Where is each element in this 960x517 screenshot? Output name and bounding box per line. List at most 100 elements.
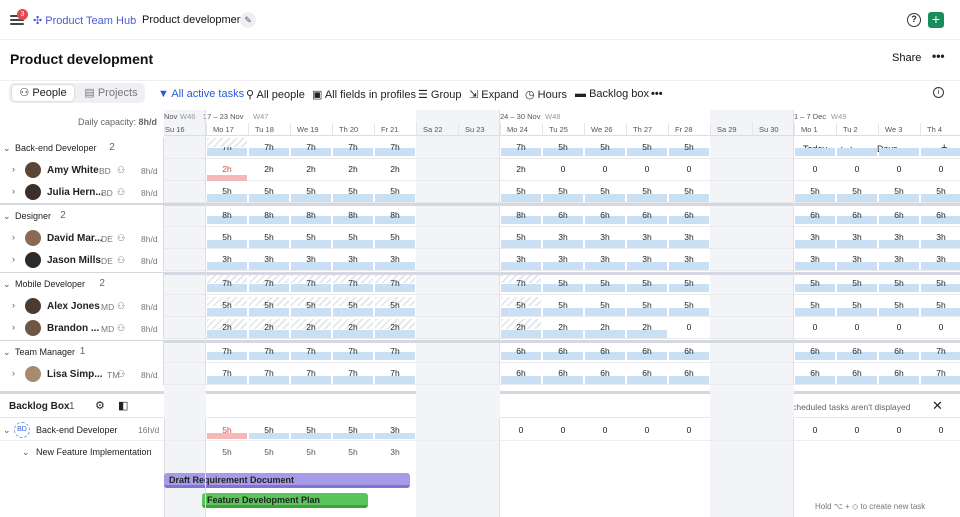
profile-icon[interactable]: ⚇ bbox=[117, 255, 125, 266]
chevron-down-icon[interactable]: ⌄ bbox=[3, 425, 11, 436]
help-icon[interactable]: ? bbox=[907, 13, 921, 27]
filter-button[interactable]: ▼ All active tasks bbox=[158, 88, 244, 100]
group-name: Team Manager bbox=[15, 347, 76, 357]
person-hours: 0 bbox=[812, 164, 818, 174]
day-header: Tu 25 bbox=[542, 123, 584, 136]
chevron-down-icon[interactable]: ⌄ bbox=[3, 279, 11, 290]
chevron-right-icon[interactable]: › bbox=[12, 254, 15, 264]
backlog-hours: 5h bbox=[264, 425, 274, 435]
profile-icon[interactable]: ⚇ bbox=[117, 187, 125, 198]
profile-icon[interactable]: ⚇ bbox=[117, 369, 125, 380]
project-hours: 3h bbox=[390, 447, 400, 457]
week-number: W48 bbox=[545, 112, 561, 121]
person-name[interactable]: Brandon ... bbox=[47, 323, 99, 334]
person-name[interactable]: Alex Jones bbox=[47, 301, 100, 312]
person-capacity: 8h/d bbox=[141, 166, 158, 176]
group-hours: 6h bbox=[810, 210, 820, 220]
person-hours: 7h bbox=[936, 368, 946, 378]
person-hours: 3h bbox=[684, 232, 694, 242]
week-divider bbox=[205, 419, 206, 517]
person-hours: 2h bbox=[390, 164, 400, 174]
group-hours: 7h bbox=[306, 278, 316, 288]
chevron-right-icon[interactable]: › bbox=[12, 186, 15, 196]
person-name[interactable]: Amy White bbox=[47, 165, 99, 176]
people-tab[interactable]: ⚇ People bbox=[12, 85, 74, 101]
add-button[interactable]: + bbox=[928, 12, 944, 28]
person-hours: 5h bbox=[600, 186, 610, 196]
person-tag: DE bbox=[101, 256, 113, 266]
more-menu-button[interactable]: ••• bbox=[932, 49, 945, 63]
projects-tab[interactable]: ▤ Projects bbox=[80, 85, 142, 101]
chevron-down-icon[interactable]: ⌄ bbox=[3, 143, 11, 154]
group-hours: 6h bbox=[852, 346, 862, 356]
person-name[interactable]: Julia Hern... bbox=[47, 187, 104, 198]
people-filter-button[interactable]: ⚲ All people bbox=[246, 88, 305, 101]
person-hours: 3h bbox=[516, 254, 526, 264]
gear-icon[interactable]: ⚙ bbox=[95, 399, 105, 412]
chevron-right-icon[interactable]: › bbox=[12, 322, 15, 332]
hours-button[interactable]: ◷ Hours bbox=[525, 88, 567, 101]
group-hours: 6h bbox=[558, 210, 568, 220]
backlog-box-button[interactable]: ▬ Backlog box bbox=[575, 88, 649, 100]
group-hours: 5h bbox=[894, 278, 904, 288]
backlog-hours: 0 bbox=[812, 425, 818, 435]
task-bar-draft-requirement[interactable]: Draft Requirement Document bbox=[164, 473, 410, 488]
breadcrumb-hub[interactable]: ✣ Product Team Hub bbox=[33, 14, 136, 27]
profile-icon[interactable]: ⚇ bbox=[117, 165, 125, 176]
group-button[interactable]: ☰ Group bbox=[418, 88, 462, 101]
project-hours: 5h bbox=[348, 447, 358, 457]
person-name[interactable]: Lisa Simp... bbox=[47, 369, 103, 380]
chevron-right-icon[interactable]: › bbox=[12, 368, 15, 378]
person-tag: MD bbox=[101, 302, 115, 312]
daily-capacity-value: 8h/d bbox=[138, 117, 158, 127]
backlog-hours: 5h bbox=[348, 425, 358, 435]
day-header: We 26 bbox=[584, 123, 626, 136]
fields-button[interactable]: ▣ All fields in profiles bbox=[312, 88, 416, 101]
person-hours: 3h bbox=[264, 254, 274, 264]
group-count: 2 bbox=[99, 278, 105, 289]
person-hours: 3h bbox=[222, 254, 232, 264]
chevron-down-icon[interactable]: ⌄ bbox=[3, 347, 11, 358]
panel-icon[interactable]: ◧ bbox=[118, 399, 128, 412]
person-hours: 3h bbox=[600, 254, 610, 264]
person-capacity: 8h/d bbox=[141, 324, 158, 334]
hours-label: Hours bbox=[537, 89, 567, 101]
expand-button[interactable]: ⇲ Expand bbox=[469, 88, 519, 101]
chevron-down-icon[interactable]: ⌄ bbox=[22, 447, 30, 458]
chevron-down-icon[interactable]: ⌄ bbox=[3, 211, 11, 222]
inbox-icon: ▬ bbox=[575, 88, 590, 100]
toolbar-more-button[interactable]: ••• bbox=[651, 88, 663, 100]
day-header: We 3 bbox=[878, 123, 920, 136]
avatar bbox=[25, 320, 41, 336]
fields-label: All fields in profiles bbox=[324, 89, 416, 101]
profile-icon[interactable]: ⚇ bbox=[117, 301, 125, 312]
breadcrumb-separator: › bbox=[130, 13, 134, 25]
avatar bbox=[25, 298, 41, 314]
group-hours: 6h bbox=[642, 346, 652, 356]
task-bar-feature-plan[interactable]: Feature Development Plan bbox=[202, 493, 368, 508]
profile-icon[interactable]: ⚇ bbox=[117, 233, 125, 244]
chevron-right-icon[interactable]: › bbox=[12, 300, 15, 310]
person-hours: 5h bbox=[894, 186, 904, 196]
person-hours: 3h bbox=[390, 254, 400, 264]
person-hours: 5h bbox=[684, 186, 694, 196]
person-hours: 5h bbox=[810, 300, 820, 310]
backlog-hours: 0 bbox=[602, 425, 608, 435]
top-bar: 3 ✣ Product Team Hub › Product developme… bbox=[0, 0, 960, 40]
chevron-right-icon[interactable]: › bbox=[12, 164, 15, 174]
share-button[interactable]: Share bbox=[892, 52, 921, 64]
person-name[interactable]: David Mar... bbox=[47, 233, 103, 244]
day-header: Mo 17 bbox=[206, 123, 248, 136]
backlog-hours: 0 bbox=[686, 425, 692, 435]
chevron-right-icon[interactable]: › bbox=[12, 232, 15, 242]
backlog-role-capacity: 16h/d bbox=[138, 425, 160, 435]
project-name[interactable]: New Feature Implementation bbox=[36, 447, 152, 457]
close-icon[interactable]: ✕ bbox=[932, 398, 943, 414]
info-icon[interactable]: i bbox=[933, 87, 944, 98]
person-hours: 2h bbox=[264, 322, 274, 332]
person-name[interactable]: Jason Mills bbox=[47, 255, 101, 266]
profile-icon[interactable]: ⚇ bbox=[117, 323, 125, 334]
expand-label: Expand bbox=[481, 89, 519, 101]
week-range: 1 – 7 Dec bbox=[794, 112, 827, 121]
pin-icon[interactable]: ✎ bbox=[240, 12, 256, 28]
